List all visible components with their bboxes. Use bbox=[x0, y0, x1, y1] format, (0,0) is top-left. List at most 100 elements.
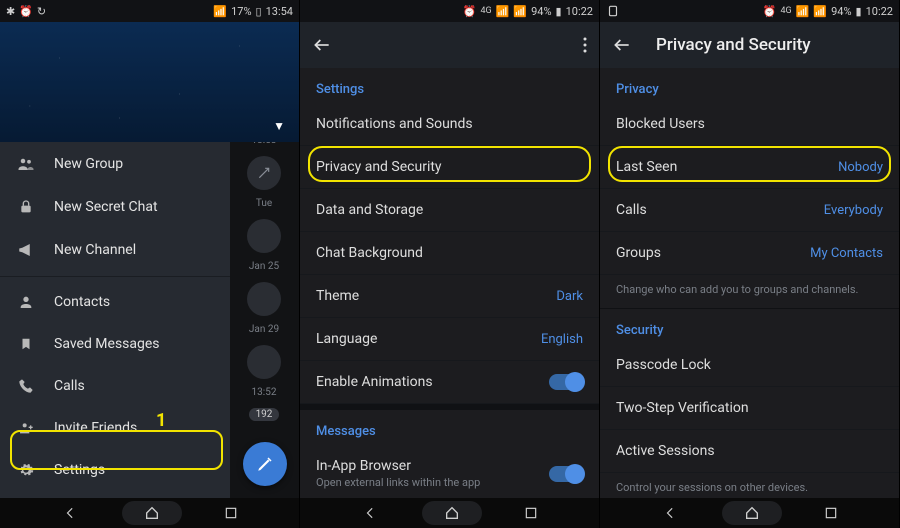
row-theme[interactable]: Theme Dark bbox=[300, 275, 599, 318]
drawer-calls[interactable]: Calls bbox=[0, 365, 230, 407]
row-notifications[interactable]: Notifications and Sounds bbox=[300, 103, 599, 146]
chat-avatar[interactable] bbox=[247, 345, 281, 379]
toggle-on-icon[interactable] bbox=[549, 374, 583, 390]
annotation-highlight-privacy bbox=[308, 146, 591, 182]
drawer-item-label: Calls bbox=[54, 378, 85, 394]
android-nav-bar bbox=[0, 498, 299, 528]
screen-drawer: ✱ ⏰ ↻ 📶 17% ▯ 13:54 Wed 13:53 Tue Jan 25… bbox=[0, 0, 300, 528]
recent-nav-icon[interactable] bbox=[524, 506, 538, 520]
back-nav-icon[interactable] bbox=[362, 506, 380, 520]
row-animations[interactable]: Enable Animations bbox=[300, 361, 599, 404]
row-label: Data and Storage bbox=[316, 202, 423, 218]
toggle-on-icon[interactable] bbox=[549, 466, 583, 482]
row-groups-privacy[interactable]: Groups My Contacts bbox=[600, 232, 899, 275]
drawer-contacts[interactable]: Contacts bbox=[0, 281, 230, 323]
row-value: Everybody bbox=[824, 203, 883, 218]
alarm-icon: ⏰ bbox=[463, 5, 477, 18]
battery-text: 17% bbox=[231, 5, 251, 18]
row-chat-background[interactable]: Chat Background bbox=[300, 232, 599, 275]
unread-badge: 192 bbox=[249, 408, 280, 421]
groups-caption: Change who can add you to groups and cha… bbox=[600, 275, 899, 309]
signal-icon: 📶 bbox=[796, 5, 810, 18]
signal-icon: 📶 bbox=[496, 5, 510, 18]
home-nav-icon[interactable] bbox=[122, 501, 182, 525]
drawer-new-group[interactable]: New Group bbox=[0, 142, 230, 186]
drawer-new-secret-chat[interactable]: New Secret Chat bbox=[0, 186, 230, 228]
drawer-new-channel[interactable]: New Channel bbox=[0, 228, 230, 272]
drawer-item-label: Contacts bbox=[54, 294, 110, 310]
android-nav-bar bbox=[300, 498, 599, 528]
chevron-down-icon[interactable]: ▼ bbox=[273, 120, 285, 132]
row-passcode-lock[interactable]: Passcode Lock bbox=[600, 344, 899, 387]
section-privacy: Privacy bbox=[600, 68, 899, 103]
row-active-sessions[interactable]: Active Sessions bbox=[600, 430, 899, 473]
battery-icon: ▯ bbox=[256, 5, 262, 18]
row-blocked-users[interactable]: Blocked Users bbox=[600, 103, 899, 146]
annotation-highlight-lastseen bbox=[608, 146, 891, 182]
network-icon: 4G bbox=[481, 6, 492, 16]
phone-icon bbox=[16, 378, 36, 394]
back-icon[interactable] bbox=[612, 35, 634, 55]
back-nav-icon[interactable] bbox=[62, 506, 80, 520]
day-label: Tue bbox=[256, 198, 272, 209]
section-security: Security bbox=[600, 309, 899, 344]
back-icon[interactable] bbox=[312, 35, 334, 55]
row-value: My Contacts bbox=[810, 246, 883, 261]
network-icon: 4G bbox=[781, 6, 792, 16]
section-messages: Messages bbox=[300, 410, 599, 445]
row-calls-privacy[interactable]: Calls Everybody bbox=[600, 189, 899, 232]
row-inapp-browser[interactable]: In-App Browser Open external links withi… bbox=[300, 445, 599, 503]
chat-avatar[interactable] bbox=[247, 219, 281, 253]
row-label: Notifications and Sounds bbox=[316, 116, 473, 132]
page-title: Privacy and Security bbox=[656, 35, 811, 55]
row-label: Language bbox=[316, 331, 377, 347]
home-nav-icon[interactable] bbox=[722, 501, 782, 525]
battery-text: 94% bbox=[531, 5, 551, 18]
group-icon bbox=[16, 155, 36, 173]
rotate-icon bbox=[606, 4, 620, 18]
recent-nav-icon[interactable] bbox=[824, 506, 838, 520]
signal-icon: 📶 bbox=[213, 5, 227, 18]
drawer-item-label: New Group bbox=[54, 156, 123, 172]
battery-icon: ▮ bbox=[556, 5, 562, 18]
row-value: Dark bbox=[556, 289, 583, 304]
signal-icon: 📶 bbox=[813, 5, 827, 18]
home-nav-icon[interactable] bbox=[422, 501, 482, 525]
row-label: Passcode Lock bbox=[616, 357, 711, 373]
chat-avatar[interactable] bbox=[247, 156, 281, 190]
chat-avatar[interactable] bbox=[247, 282, 281, 316]
more-icon[interactable] bbox=[583, 37, 587, 53]
drawer-item-label: New Channel bbox=[54, 242, 136, 258]
drawer-saved-messages[interactable]: Saved Messages bbox=[0, 323, 230, 365]
day-label: Jan 25 bbox=[249, 261, 279, 272]
alarm-icon: ⏰ bbox=[763, 5, 777, 18]
status-bar: ⏰ 4G 📶 📶 94% ▮ 10:22 bbox=[600, 0, 899, 22]
recent-nav-icon[interactable] bbox=[224, 506, 238, 520]
row-label: Chat Background bbox=[316, 245, 423, 261]
row-data-storage[interactable]: Data and Storage bbox=[300, 189, 599, 232]
status-bar: ✱ ⏰ ↻ 📶 17% ▯ 13:54 bbox=[0, 0, 299, 22]
alarm-icon: ⏰ bbox=[19, 5, 33, 18]
drawer-item-label: Saved Messages bbox=[54, 336, 160, 352]
row-two-step[interactable]: Two-Step Verification bbox=[600, 387, 899, 430]
row-language[interactable]: Language English bbox=[300, 318, 599, 361]
back-nav-icon[interactable] bbox=[662, 506, 680, 520]
android-nav-bar bbox=[600, 498, 899, 528]
row-label: In-App Browser bbox=[316, 458, 549, 474]
battery-text: 94% bbox=[831, 5, 851, 18]
row-label: Enable Animations bbox=[316, 374, 433, 390]
compose-fab[interactable] bbox=[243, 442, 287, 486]
row-label: Calls bbox=[616, 202, 647, 218]
battery-icon: ▮ bbox=[856, 5, 862, 18]
app-bar bbox=[300, 22, 599, 68]
section-settings: Settings bbox=[300, 68, 599, 103]
lock-icon bbox=[16, 199, 36, 215]
row-label: Groups bbox=[616, 245, 661, 261]
contact-icon bbox=[16, 294, 36, 310]
drawer-header[interactable]: ▼ bbox=[0, 22, 299, 142]
clock-text: 10:22 bbox=[566, 5, 593, 18]
row-label: Blocked Users bbox=[616, 116, 705, 132]
time-label: 13:52 bbox=[252, 387, 277, 398]
status-bar: ⏰ 4G 📶 📶 94% ▮ 10:22 bbox=[300, 0, 599, 22]
drawer-item-label: New Secret Chat bbox=[54, 199, 158, 215]
